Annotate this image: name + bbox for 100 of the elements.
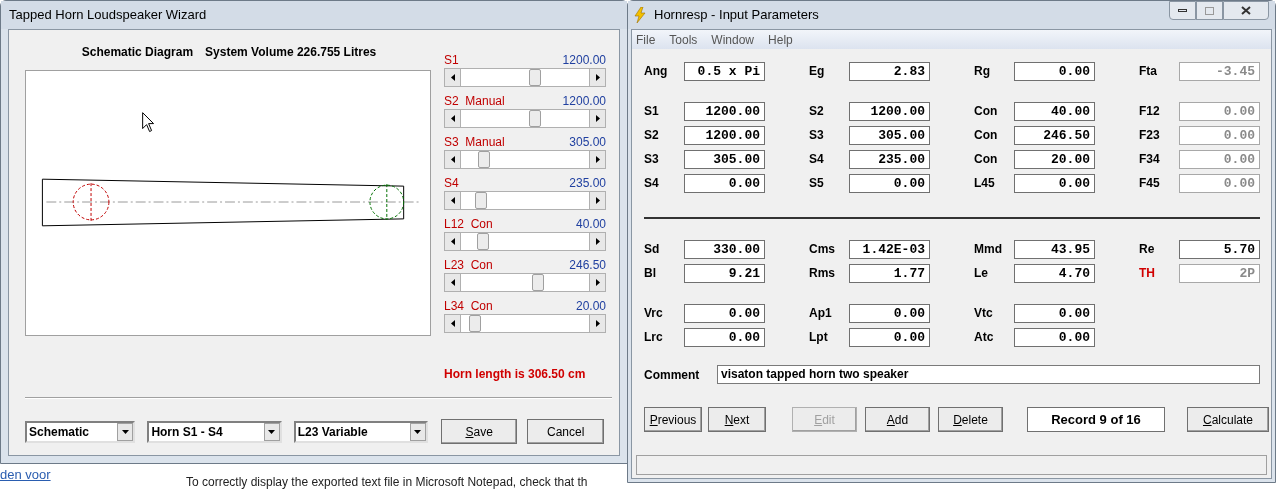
scroll-right-button[interactable] bbox=[589, 192, 605, 209]
field-label: Atc bbox=[974, 329, 995, 346]
input-field[interactable]: 0.00 bbox=[684, 173, 765, 193]
field-label: S3 bbox=[809, 127, 825, 144]
scrollbar[interactable] bbox=[444, 109, 606, 128]
save-button[interactable]: Save bbox=[440, 419, 518, 444]
input-field[interactable]: 305.00 bbox=[849, 125, 930, 145]
scrollbar[interactable] bbox=[444, 150, 606, 169]
right-arrow-icon bbox=[595, 279, 600, 286]
input-field[interactable]: 1200.00 bbox=[684, 101, 765, 121]
link[interactable]: den voor bbox=[0, 465, 51, 485]
input-field[interactable]: 1200.00 bbox=[684, 125, 765, 145]
input-field[interactable]: 1.77 bbox=[849, 263, 930, 283]
scroll-left-button[interactable] bbox=[445, 315, 461, 332]
slider-thumb[interactable] bbox=[469, 315, 482, 332]
scroll-right-button[interactable] bbox=[589, 69, 605, 86]
scrollbar[interactable] bbox=[444, 314, 606, 333]
dropdown[interactable]: Schematic bbox=[25, 420, 136, 443]
input-field[interactable]: 9.21 bbox=[684, 263, 765, 283]
input-field[interactable]: 0.00 bbox=[849, 173, 930, 193]
slider-value: 305.00 bbox=[569, 134, 606, 150]
dropdown-arrow-icon bbox=[414, 429, 422, 434]
scroll-left-button[interactable] bbox=[445, 192, 461, 209]
field-label: Lpt bbox=[809, 329, 829, 346]
lightning-icon bbox=[634, 7, 646, 23]
horn-length-text: Horn length is 306.50 cm bbox=[444, 366, 586, 383]
scrollbar[interactable] bbox=[444, 232, 606, 251]
scroll-left-button[interactable] bbox=[445, 151, 461, 168]
input-field[interactable]: 40.00 bbox=[1014, 101, 1095, 121]
menu-item[interactable]: Tools bbox=[669, 30, 698, 49]
input-field[interactable]: 20.00 bbox=[1014, 149, 1095, 169]
field-label: Con bbox=[974, 151, 999, 168]
input-field[interactable]: 0.00 bbox=[849, 303, 930, 323]
slider-thumb[interactable] bbox=[529, 110, 542, 127]
input-field[interactable]: 0.5 x Pi bbox=[684, 61, 765, 81]
input-field[interactable]: 0.00 bbox=[684, 327, 765, 347]
left-arrow-icon bbox=[450, 156, 455, 163]
previous-button[interactable]: Previous bbox=[644, 407, 702, 432]
slider-thumb[interactable] bbox=[478, 151, 491, 168]
close-button[interactable] bbox=[1223, 1, 1269, 20]
scrollbar[interactable] bbox=[444, 191, 606, 210]
menu-item[interactable]: Help bbox=[768, 30, 793, 49]
input-field[interactable]: 43.95 bbox=[1014, 239, 1095, 259]
calculate-button[interactable]: Calculate bbox=[1187, 407, 1269, 432]
input-field[interactable]: 330.00 bbox=[684, 239, 765, 259]
add-button[interactable]: Add bbox=[865, 407, 930, 432]
scrollbar[interactable] bbox=[444, 68, 606, 87]
scroll-right-button[interactable] bbox=[589, 110, 605, 127]
scroll-right-button[interactable] bbox=[589, 151, 605, 168]
delete-button[interactable]: Delete bbox=[938, 407, 1003, 432]
cancel-button[interactable]: Cancel bbox=[527, 419, 604, 444]
field-label: S3 bbox=[644, 151, 660, 168]
slider-thumb[interactable] bbox=[474, 192, 487, 209]
slider-value: 1200.00 bbox=[562, 52, 606, 68]
field-label: Cms bbox=[809, 241, 836, 258]
scroll-left-button[interactable] bbox=[445, 233, 461, 250]
slider-thumb[interactable] bbox=[531, 274, 544, 291]
scroll-right-button[interactable] bbox=[589, 274, 605, 291]
menu-item[interactable]: File bbox=[636, 30, 656, 49]
scroll-right-button[interactable] bbox=[589, 315, 605, 332]
input-field[interactable]: 0.00 bbox=[1014, 173, 1095, 193]
menu-item[interactable]: Window bbox=[711, 30, 755, 49]
input-field[interactable]: 1.42E-03 bbox=[849, 239, 930, 259]
right-arrow-icon bbox=[595, 156, 600, 163]
slider-thumb[interactable] bbox=[529, 69, 542, 86]
scroll-left-button[interactable] bbox=[445, 274, 461, 291]
input-field[interactable]: 2.83 bbox=[849, 61, 930, 81]
slider-thumb[interactable] bbox=[477, 233, 490, 250]
input-field[interactable]: 0.00 bbox=[684, 303, 765, 323]
scroll-left-button[interactable] bbox=[445, 110, 461, 127]
input-field[interactable]: 246.50 bbox=[1014, 125, 1095, 145]
input-field[interactable]: 5.70 bbox=[1179, 239, 1260, 259]
input-field[interactable]: 0.00 bbox=[1014, 327, 1095, 347]
field-label: Le bbox=[974, 265, 989, 282]
input-field[interactable]: 0.00 bbox=[1014, 61, 1095, 81]
input-field[interactable]: 0.00 bbox=[1014, 303, 1095, 323]
page-text: To correctly display the exported text file in Microsoft Notepad, check that th bbox=[186, 475, 588, 489]
right-arrow-icon bbox=[595, 74, 600, 81]
input-field[interactable]: 0.00 bbox=[849, 327, 930, 347]
input-field[interactable]: 4.70 bbox=[1014, 263, 1095, 283]
scroll-right-button[interactable] bbox=[589, 233, 605, 250]
slider-label: S2 Manual bbox=[444, 93, 505, 109]
slider-label: L12 Con bbox=[444, 216, 493, 232]
edit-button: Edit bbox=[792, 407, 857, 432]
field-label: Vrc bbox=[644, 305, 664, 322]
minimize-button[interactable] bbox=[1169, 1, 1196, 20]
scroll-left-button[interactable] bbox=[445, 69, 461, 86]
next-button[interactable]: Next bbox=[708, 407, 766, 432]
input-field[interactable]: 235.00 bbox=[849, 149, 930, 169]
input-field: 0.00 bbox=[1179, 173, 1260, 193]
scrollbar[interactable] bbox=[444, 273, 606, 292]
volume-text: System Volume 226.755 Litres bbox=[205, 44, 377, 61]
left-arrow-icon bbox=[450, 238, 455, 245]
field-label: Con bbox=[974, 103, 999, 120]
input-field[interactable]: 305.00 bbox=[684, 149, 765, 169]
field-label: Re bbox=[1139, 241, 1156, 258]
dropdown[interactable]: L23 Variable bbox=[293, 420, 428, 443]
input-field[interactable]: 1200.00 bbox=[849, 101, 930, 121]
dropdown[interactable]: Horn S1 - S4 bbox=[147, 420, 282, 443]
comment-field[interactable]: visaton tapped horn two speaker bbox=[717, 365, 1260, 384]
